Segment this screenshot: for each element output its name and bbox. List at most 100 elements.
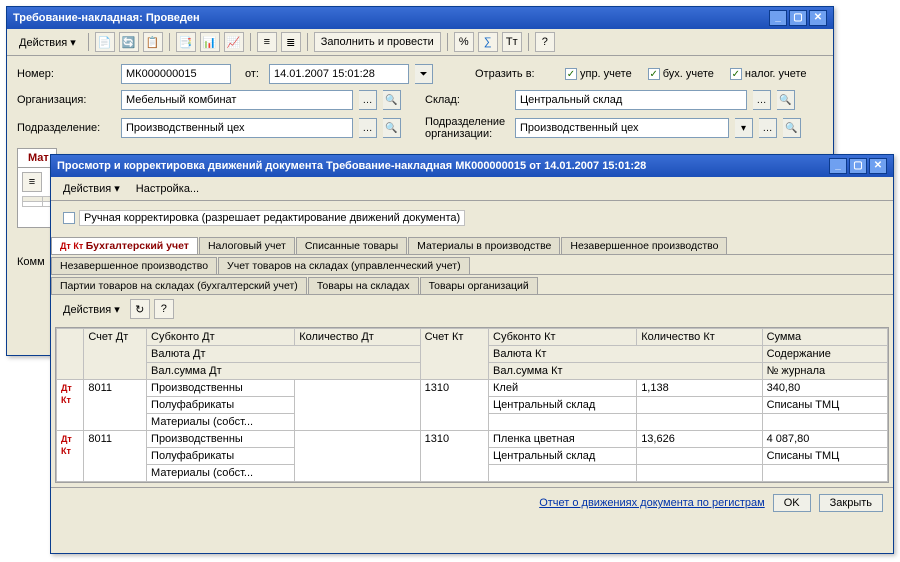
close-icon[interactable]: ✕: [809, 10, 827, 26]
th-kol-kt[interactable]: Количество Кт: [637, 329, 762, 346]
th-jrn[interactable]: № журнала: [762, 363, 887, 380]
tool-icon-2[interactable]: 🔄: [119, 32, 139, 52]
tool-icon-4[interactable]: 📑: [176, 32, 196, 52]
tab-uchet-upr[interactable]: Учет товаров на складах (управленческий …: [218, 257, 470, 274]
window-movements: Просмотр и корректировка движений докуме…: [50, 154, 894, 554]
th-icon: [57, 329, 84, 380]
sklad-label: Склад:: [425, 94, 509, 106]
chk-upr[interactable]: ✓: [565, 68, 577, 80]
titlebar-2[interactable]: Просмотр и корректировка движений докуме…: [51, 155, 893, 177]
maximize-icon-2[interactable]: ▢: [849, 158, 867, 174]
tool-icon-8[interactable]: ≣: [281, 32, 301, 52]
titlebar-1[interactable]: Требование-накладная: Проведен _ ▢ ✕: [7, 7, 833, 29]
tool-icon-1[interactable]: 📄: [95, 32, 115, 52]
tool-icon-6[interactable]: 📈: [224, 32, 244, 52]
fill-post-button[interactable]: Заполнить и провести: [314, 32, 441, 52]
th-val-kt[interactable]: Валюта Кт: [489, 346, 763, 363]
podr-org-search-icon[interactable]: 🔍: [783, 118, 801, 138]
th-subk-dt[interactable]: Субконто Дт: [147, 329, 295, 346]
tool-icon-11[interactable]: Tт: [502, 32, 522, 52]
table-row[interactable]: Дт Кт 8011 Производственны 1310 Клей 1,1…: [57, 380, 888, 397]
th-schet-dt[interactable]: Счет Дт: [84, 329, 147, 380]
close-button[interactable]: Закрыть: [819, 494, 883, 512]
refresh-icon[interactable]: ↻: [130, 299, 150, 319]
tab-spis[interactable]: Списанные товары: [296, 237, 407, 254]
comment-label: Комм: [17, 256, 45, 268]
tab-partii[interactable]: Партии товаров на складах (бухгалтерский…: [51, 277, 307, 294]
org-input[interactable]: Мебельный комбинат: [121, 90, 353, 110]
org-label: Организация:: [17, 94, 115, 106]
org-search-icon[interactable]: 🔍: [383, 90, 401, 110]
tabs-row-1: Дт Кт Бухгалтерский учет Налоговый учет …: [51, 235, 893, 255]
org-ellipsis-icon[interactable]: …: [359, 90, 377, 110]
podr-search-icon[interactable]: 🔍: [383, 118, 401, 138]
podr-org-ellipsis-icon[interactable]: …: [759, 118, 777, 138]
grid-actions-menu[interactable]: Действия ▾: [57, 301, 126, 318]
th-kol-dt[interactable]: Количество Дт: [295, 329, 420, 346]
tool-icon-7[interactable]: ≡: [257, 32, 277, 52]
tab-nal[interactable]: Налоговый учет: [199, 237, 295, 254]
podr-label: Подразделение:: [17, 122, 115, 134]
maximize-icon[interactable]: ▢: [789, 10, 807, 26]
title-2: Просмотр и корректировка движений докуме…: [57, 155, 646, 177]
reflect-label: Отразить в:: [475, 68, 559, 80]
th-val-dt[interactable]: Валюта Дт: [147, 346, 421, 363]
tab-mat-prod[interactable]: Материалы в производстве: [408, 237, 560, 254]
tab-nezav-2[interactable]: Незавершенное производство: [51, 257, 217, 274]
tab-tov-org[interactable]: Товары организаций: [420, 277, 538, 294]
report-link[interactable]: Отчет о движениях документа по регистрам: [539, 497, 765, 509]
tabs-row-3: Партии товаров на складах (бухгалтерский…: [51, 275, 893, 295]
tool-icon-10[interactable]: ∑: [478, 32, 498, 52]
tool-icon-5[interactable]: 📊: [200, 32, 220, 52]
grid-tool-icon[interactable]: ≡: [22, 172, 42, 192]
tab-buh[interactable]: Дт Кт Бухгалтерский учет: [51, 237, 198, 254]
from-label: от:: [245, 68, 259, 80]
podr-org-dropdown-icon[interactable]: ▾: [735, 118, 753, 138]
entry-icon: Дт Кт: [61, 383, 72, 405]
toolbar-1: Действия ▾ 📄 🔄 📋 📑 📊 📈 ≡ ≣ Заполнить и п…: [7, 29, 833, 56]
grid-toolbar: Действия ▾ ↻ ?: [51, 295, 893, 323]
actions-menu-2[interactable]: Действия ▾: [57, 180, 126, 197]
tabs-row-2: Незавершенное производство Учет товаров …: [51, 255, 893, 275]
sklad-input[interactable]: Центральный склад: [515, 90, 747, 110]
bottom-bar: Отчет о движениях документа по регистрам…: [51, 487, 893, 518]
podr-org-label: Подразделение организации:: [425, 116, 509, 140]
th-valsum-dt[interactable]: Вал.сумма Дт: [147, 363, 421, 380]
th-summa[interactable]: Сумма: [762, 329, 887, 346]
tab-nezav-1[interactable]: Незавершенное производство: [561, 237, 727, 254]
close-icon-2[interactable]: ✕: [869, 158, 887, 174]
chk-nal[interactable]: ✓: [730, 68, 742, 80]
podr-ellipsis-icon[interactable]: …: [359, 118, 377, 138]
chk-buh[interactable]: ✓: [648, 68, 660, 80]
sklad-ellipsis-icon[interactable]: …: [753, 90, 771, 110]
chk-upr-label: упр. учете: [580, 68, 632, 80]
number-label: Номер:: [17, 68, 115, 80]
entries-grid: Счет Дт Субконто Дт Количество Дт Счет К…: [55, 327, 889, 483]
th-schet-kt[interactable]: Счет Кт: [420, 329, 488, 380]
help-icon[interactable]: ?: [535, 32, 555, 52]
sklad-search-icon[interactable]: 🔍: [777, 90, 795, 110]
number-input[interactable]: МК000000015: [121, 64, 231, 84]
settings-menu[interactable]: Настройка...: [130, 181, 205, 197]
minimize-icon[interactable]: _: [769, 10, 787, 26]
date-input[interactable]: 14.01.2007 15:01:28: [269, 64, 409, 84]
tool-icon-9[interactable]: %: [454, 32, 474, 52]
entry-icon: Дт Кт: [61, 434, 72, 456]
th-valsum-kt[interactable]: Вал.сумма Кт: [489, 363, 763, 380]
actions-menu[interactable]: Действия ▾: [13, 34, 82, 51]
table-row[interactable]: [23, 202, 43, 207]
ok-button[interactable]: OK: [773, 494, 811, 512]
chk-nal-label: налог. учете: [745, 68, 807, 80]
th-soder[interactable]: Содержание: [762, 346, 887, 363]
tab-tov-skl[interactable]: Товары на складах: [308, 277, 419, 294]
date-picker-icon[interactable]: ⏷: [415, 64, 433, 84]
tool-icon-3[interactable]: 📋: [143, 32, 163, 52]
podr-input[interactable]: Производственный цех: [121, 118, 353, 138]
podr-org-input[interactable]: Производственный цех: [515, 118, 729, 138]
table-row[interactable]: Дт Кт 8011 Производственны 1310 Пленка ц…: [57, 431, 888, 448]
manual-edit-checkbox[interactable]: [63, 212, 75, 224]
toolbar-2: Действия ▾ Настройка...: [51, 177, 893, 201]
th-subk-kt[interactable]: Субконто Кт: [489, 329, 637, 346]
grid-help-icon[interactable]: ?: [154, 299, 174, 319]
minimize-icon-2[interactable]: _: [829, 158, 847, 174]
